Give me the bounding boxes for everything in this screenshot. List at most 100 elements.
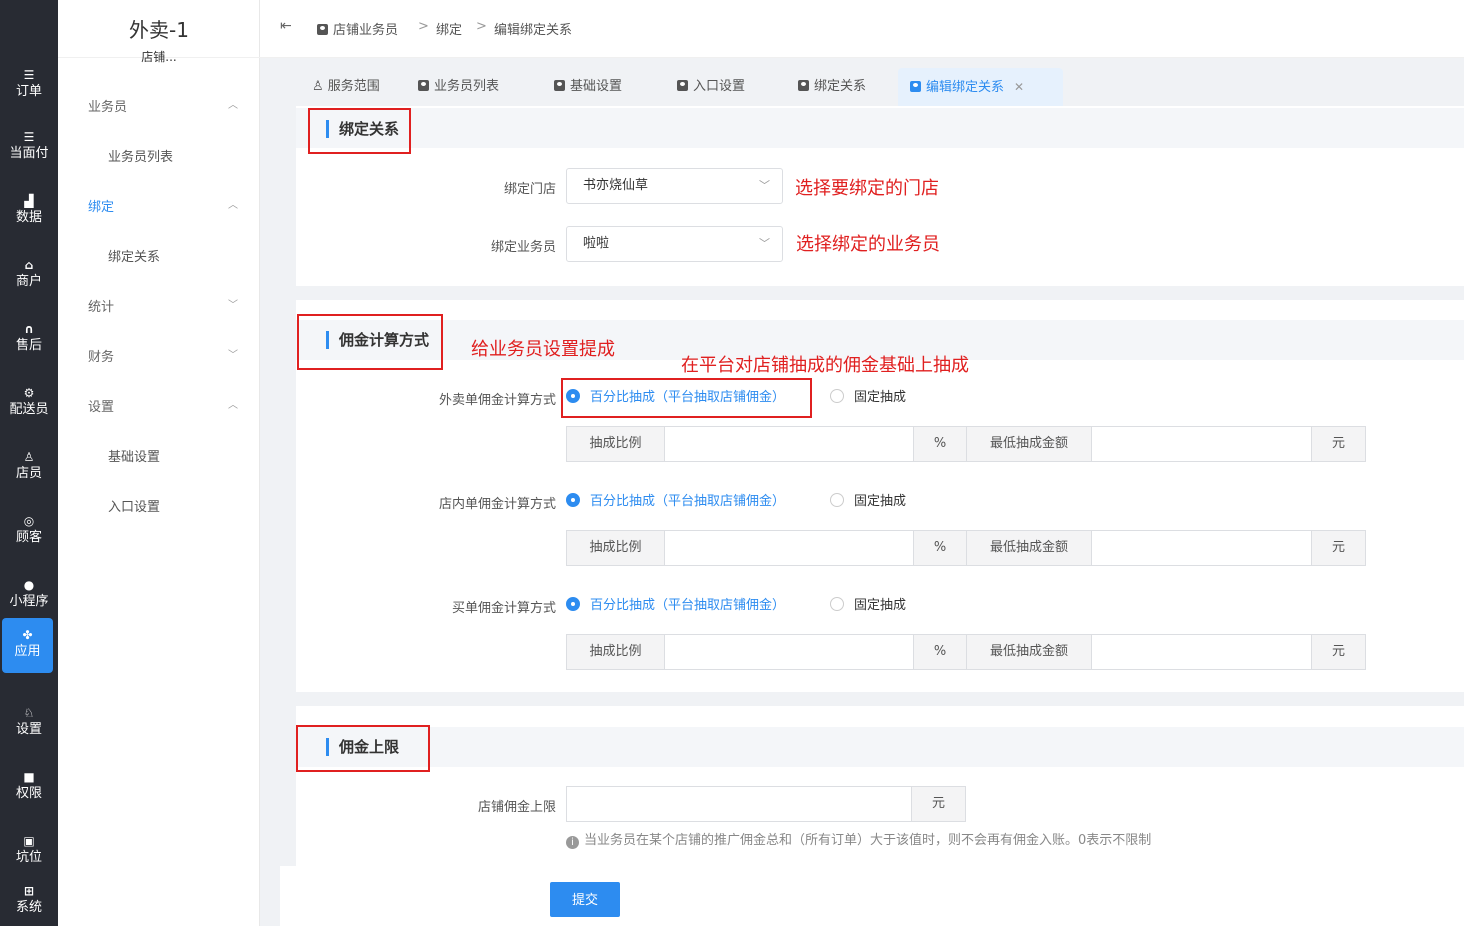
sidebar-item-entry-settings[interactable]: 入口设置 bbox=[108, 496, 160, 515]
dinein-fixed-radio[interactable]: 固定抽成 bbox=[830, 493, 906, 510]
lock-icon: ■ bbox=[23, 770, 35, 784]
radio-checked-icon bbox=[566, 597, 580, 611]
annotation-commission: 给业务员设置提成 bbox=[471, 339, 615, 360]
brand-name: 外卖-1 bbox=[129, 18, 189, 42]
nav-item-permission[interactable]: ■ 权限 bbox=[0, 756, 58, 818]
nav-item-facepay[interactable]: ☰ 当面付 bbox=[0, 116, 58, 178]
nav-item-aftersale[interactable]: ∩ 售后 bbox=[0, 308, 58, 370]
user-card-icon bbox=[910, 81, 921, 92]
nav-item-apps[interactable]: ✤ 应用 bbox=[2, 618, 53, 673]
chevron-down-icon: ﹀ bbox=[228, 300, 238, 311]
percent-addon: % bbox=[914, 635, 966, 669]
checkout-fixed-radio[interactable]: 固定抽成 bbox=[830, 597, 906, 614]
nav-item-customer[interactable]: ◎ 顾客 bbox=[0, 500, 58, 562]
sidebar-group-settings[interactable]: 设置 ︿ bbox=[88, 396, 238, 415]
submit-button[interactable]: 提交 bbox=[550, 882, 620, 917]
staff-select-value: 啦啦 bbox=[583, 236, 610, 251]
annotation-box bbox=[296, 725, 430, 772]
yuan-addon: 元 bbox=[1312, 427, 1365, 461]
nav-item-clerk[interactable]: ♙ 店员 bbox=[0, 436, 58, 498]
radio-label: 百分比抽成（平台抽取店铺佣金） bbox=[590, 390, 786, 405]
min-amount-addon: 最低抽成金额 bbox=[967, 427, 1091, 461]
tab-bind-relation[interactable]: 绑定关系 bbox=[786, 68, 878, 106]
nav-label: 配送员 bbox=[9, 402, 49, 417]
nav-item-merchant[interactable]: ⌂ 商户 bbox=[0, 244, 58, 306]
nav-item-miniapp[interactable]: ● 小程序 bbox=[0, 564, 58, 626]
radio-label: 固定抽成 bbox=[854, 390, 907, 405]
sidebar-group-finance[interactable]: 财务 ﹀ bbox=[88, 346, 238, 365]
tab-staff-list[interactable]: 业务员列表 bbox=[406, 68, 511, 106]
annotation-box bbox=[308, 108, 411, 154]
close-icon[interactable]: ✕ bbox=[1014, 80, 1024, 94]
breadcrumb-item[interactable]: 店铺业务员 bbox=[317, 19, 398, 38]
nav-label: 顾客 bbox=[15, 530, 42, 545]
store-limit-label: 店铺佣金上限 bbox=[477, 800, 556, 815]
breadcrumb-item[interactable]: 绑定 bbox=[436, 19, 462, 38]
store-select[interactable]: 书亦烧仙草 ﹀ bbox=[566, 168, 783, 204]
tab-basic-settings[interactable]: 基础设置 bbox=[542, 68, 634, 106]
checkout-commission-label: 买单佣金计算方式 bbox=[451, 601, 556, 616]
tab-label: 入口设置 bbox=[693, 79, 746, 94]
tab-service-range[interactable]: ♙ 服务范围 bbox=[300, 68, 392, 106]
brand-sub: 店铺... bbox=[141, 50, 177, 64]
user-card-icon bbox=[554, 80, 565, 91]
checkout-ratio-input[interactable] bbox=[665, 635, 913, 669]
radio-label: 固定抽成 bbox=[854, 598, 907, 613]
takeout-percent-radio[interactable]: 百分比抽成（平台抽取店铺佣金） bbox=[566, 389, 785, 406]
apps-icon: ✤ bbox=[22, 628, 33, 642]
radio-label: 百分比抽成（平台抽取店铺佣金） bbox=[590, 494, 786, 509]
wechat-icon: ● bbox=[23, 578, 35, 592]
takeout-fixed-radio[interactable]: 固定抽成 bbox=[830, 389, 906, 406]
breadcrumb-separator: > bbox=[476, 19, 487, 34]
tab-label: 绑定关系 bbox=[814, 79, 867, 94]
yuan-addon: 元 bbox=[912, 787, 965, 821]
nav-item-orders[interactable]: ☰ 订单 bbox=[0, 54, 58, 116]
headset-icon: ∩ bbox=[24, 322, 34, 336]
sidebar-item-staff-list[interactable]: 业务员列表 bbox=[108, 146, 173, 165]
nav-label: 售后 bbox=[15, 338, 42, 353]
min-amount-addon: 最低抽成金额 bbox=[967, 635, 1091, 669]
checkout-commission-inputs: 抽成比例 % 最低抽成金额 元 bbox=[566, 634, 1366, 670]
tab-label: 编辑绑定关系 bbox=[926, 80, 1005, 95]
sidebar-item-bind-relation[interactable]: 绑定关系 bbox=[108, 246, 160, 265]
store-limit-input[interactable] bbox=[567, 787, 911, 821]
radio-checked-icon bbox=[566, 493, 580, 507]
nav-item-system[interactable]: ⊞ 系统 bbox=[0, 864, 58, 926]
checkout-min-input[interactable] bbox=[1092, 635, 1311, 669]
dinein-ratio-input[interactable] bbox=[665, 531, 913, 565]
nav-item-data[interactable]: ▟ 数据 bbox=[0, 180, 58, 242]
sidebar-label: 统计 bbox=[88, 300, 115, 315]
nav-label: 数据 bbox=[15, 210, 42, 225]
dinein-min-input[interactable] bbox=[1092, 531, 1311, 565]
radio-unchecked-icon bbox=[830, 389, 844, 403]
dinein-percent-radio[interactable]: 百分比抽成（平台抽取店铺佣金） bbox=[566, 493, 785, 510]
min-amount-addon: 最低抽成金额 bbox=[967, 531, 1091, 565]
chevron-up-icon: ︿ bbox=[228, 400, 238, 411]
menu-collapse-icon[interactable]: ⇤ bbox=[280, 18, 292, 34]
tab-entry-settings[interactable]: 入口设置 bbox=[665, 68, 757, 106]
user-card-icon bbox=[418, 80, 429, 91]
tab-edit-bind-relation[interactable]: 编辑绑定关系 ✕ bbox=[898, 68, 1063, 106]
takeout-min-input[interactable] bbox=[1092, 427, 1311, 461]
sidebar-group-bind[interactable]: 绑定 ︿ bbox=[88, 196, 238, 215]
yuan-addon: 元 bbox=[1312, 531, 1365, 565]
sidebar-group-staff[interactable]: 业务员 ︿ bbox=[88, 96, 238, 115]
customer-icon: ◎ bbox=[23, 514, 35, 528]
nav-item-courier[interactable]: ⚙ 配送员 bbox=[0, 372, 58, 434]
settings-icon: ♘ bbox=[23, 706, 35, 720]
tab-label: 基础设置 bbox=[570, 79, 623, 94]
yuan-addon: 元 bbox=[1312, 635, 1365, 669]
section-header-bind bbox=[296, 108, 1464, 148]
nav-item-settings[interactable]: ♘ 设置 bbox=[0, 692, 58, 754]
checkout-percent-radio[interactable]: 百分比抽成（平台抽取店铺佣金） bbox=[566, 597, 785, 614]
slot-icon: ▣ bbox=[23, 834, 35, 848]
takeout-ratio-input[interactable] bbox=[665, 427, 913, 461]
shop-icon: ⌂ bbox=[24, 258, 34, 272]
store-select-value: 书亦烧仙草 bbox=[583, 178, 649, 193]
staff-select[interactable]: 啦啦 ﹀ bbox=[566, 226, 783, 262]
takeout-commission-inputs: 抽成比例 % 最低抽成金额 元 bbox=[566, 426, 1366, 462]
section-header-limit bbox=[296, 727, 1464, 767]
sidebar-group-stats[interactable]: 统计 ﹀ bbox=[88, 296, 238, 315]
sidebar-item-basic-settings[interactable]: 基础设置 bbox=[108, 446, 160, 465]
user-card-icon bbox=[798, 80, 809, 91]
